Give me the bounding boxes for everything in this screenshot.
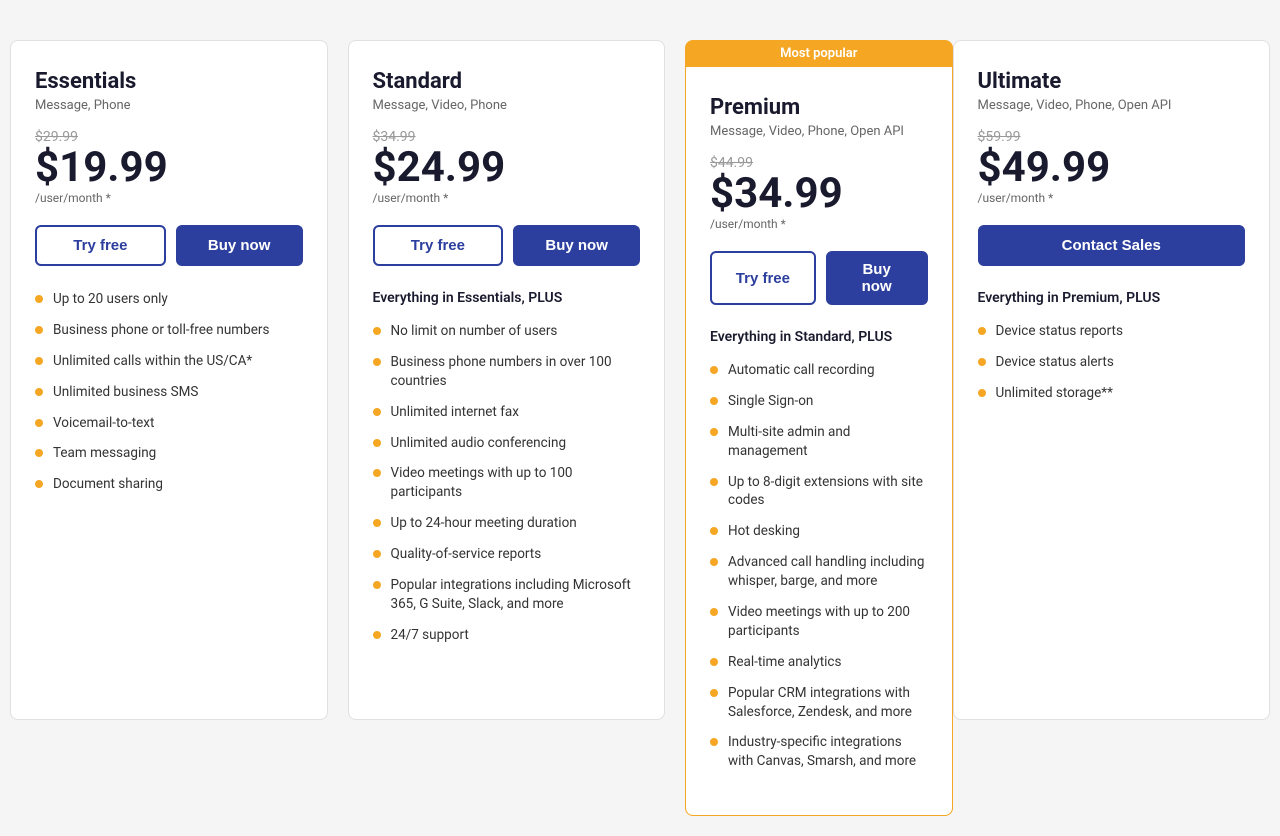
feature-item: Video meetings with up to 200 participan… bbox=[710, 603, 928, 641]
feature-item: Advanced call handling including whisper… bbox=[710, 553, 928, 591]
current-price-premium: $34.99 bbox=[710, 173, 928, 215]
feature-item: Team messaging bbox=[35, 444, 303, 463]
feature-item: Industry-specific integrations with Canv… bbox=[710, 733, 928, 771]
buttons-standard: Try free Buy now bbox=[373, 225, 641, 266]
feature-item: Document sharing bbox=[35, 475, 303, 494]
current-price-essentials: $19.99 bbox=[35, 147, 303, 189]
most-popular-banner: Most popular bbox=[685, 40, 953, 67]
premium-wrapper: Most popular Premium Message, Video, Pho… bbox=[685, 40, 953, 816]
feature-list-standard: No limit on number of users Business pho… bbox=[373, 322, 641, 645]
feature-list-ultimate: Device status reports Device status aler… bbox=[978, 322, 1246, 403]
feature-item: Multi-site admin and management bbox=[710, 423, 928, 461]
feature-item: No limit on number of users bbox=[373, 322, 641, 341]
plan-subtitle-premium: Message, Video, Phone, Open API bbox=[710, 124, 928, 139]
current-price-standard: $24.99 bbox=[373, 147, 641, 189]
feature-item: Unlimited internet fax bbox=[373, 403, 641, 422]
buy-now-button-essentials[interactable]: Buy now bbox=[176, 225, 303, 266]
pricing-container: Essentials Message, Phone $29.99 $19.99 … bbox=[10, 20, 1270, 816]
feature-item: Popular CRM integrations with Salesforce… bbox=[710, 684, 928, 722]
feature-item: Popular integrations including Microsoft… bbox=[373, 576, 641, 614]
price-note-essentials: /user/month * bbox=[35, 191, 303, 205]
buy-now-button-standard[interactable]: Buy now bbox=[513, 225, 640, 266]
feature-item: Video meetings with up to 100 participan… bbox=[373, 464, 641, 502]
feature-item: Device status reports bbox=[978, 322, 1246, 341]
buttons-ultimate: Contact Sales bbox=[978, 225, 1246, 266]
current-price-ultimate: $49.99 bbox=[978, 147, 1246, 189]
feature-item: Unlimited business SMS bbox=[35, 383, 303, 402]
plan-card-essentials: Essentials Message, Phone $29.99 $19.99 … bbox=[10, 40, 328, 720]
plan-subtitle-essentials: Message, Phone bbox=[35, 98, 303, 113]
feature-item: Unlimited calls within the US/CA* bbox=[35, 352, 303, 371]
price-note-ultimate: /user/month * bbox=[978, 191, 1246, 205]
feature-item: Up to 8-digit extensions with site codes bbox=[710, 473, 928, 511]
feature-item: Hot desking bbox=[710, 522, 928, 541]
plan-card-premium: Premium Message, Video, Phone, Open API … bbox=[685, 67, 953, 816]
features-header-standard: Everything in Essentials, PLUS bbox=[373, 290, 641, 306]
try-free-button-standard[interactable]: Try free bbox=[373, 225, 504, 266]
buttons-essentials: Try free Buy now bbox=[35, 225, 303, 266]
plan-card-ultimate: Ultimate Message, Video, Phone, Open API… bbox=[953, 40, 1271, 720]
feature-item: Business phone or toll-free numbers bbox=[35, 321, 303, 340]
feature-list-premium: Automatic call recording Single Sign-on … bbox=[710, 361, 928, 771]
plan-subtitle-ultimate: Message, Video, Phone, Open API bbox=[978, 98, 1246, 113]
feature-item: Single Sign-on bbox=[710, 392, 928, 411]
feature-item: Up to 20 users only bbox=[35, 290, 303, 309]
plan-name-essentials: Essentials bbox=[35, 69, 303, 94]
plan-name-standard: Standard bbox=[373, 69, 641, 94]
feature-item: Unlimited audio conferencing bbox=[373, 434, 641, 453]
features-header-premium: Everything in Standard, PLUS bbox=[710, 329, 928, 345]
feature-item: 24/7 support bbox=[373, 626, 641, 645]
contact-sales-button-ultimate[interactable]: Contact Sales bbox=[978, 225, 1246, 266]
buy-now-button-premium[interactable]: Buy now bbox=[826, 251, 928, 305]
feature-list-essentials: Up to 20 users only Business phone or to… bbox=[35, 290, 303, 494]
features-header-ultimate: Everything in Premium, PLUS bbox=[978, 290, 1246, 306]
try-free-button-essentials[interactable]: Try free bbox=[35, 225, 166, 266]
plan-name-premium: Premium bbox=[710, 95, 928, 120]
feature-item: Voicemail-to-text bbox=[35, 414, 303, 433]
feature-item: Quality-of-service reports bbox=[373, 545, 641, 564]
feature-item: Business phone numbers in over 100 count… bbox=[373, 353, 641, 391]
buttons-premium: Try free Buy now bbox=[710, 251, 928, 305]
plan-name-ultimate: Ultimate bbox=[978, 69, 1246, 94]
try-free-button-premium[interactable]: Try free bbox=[710, 251, 816, 305]
price-note-standard: /user/month * bbox=[373, 191, 641, 205]
plan-subtitle-standard: Message, Video, Phone bbox=[373, 98, 641, 113]
plan-card-standard: Standard Message, Video, Phone $34.99 $2… bbox=[348, 40, 666, 720]
feature-item: Automatic call recording bbox=[710, 361, 928, 380]
price-note-premium: /user/month * bbox=[710, 217, 928, 231]
feature-item: Up to 24-hour meeting duration bbox=[373, 514, 641, 533]
feature-item: Real-time analytics bbox=[710, 653, 928, 672]
feature-item: Unlimited storage** bbox=[978, 384, 1246, 403]
feature-item: Device status alerts bbox=[978, 353, 1246, 372]
